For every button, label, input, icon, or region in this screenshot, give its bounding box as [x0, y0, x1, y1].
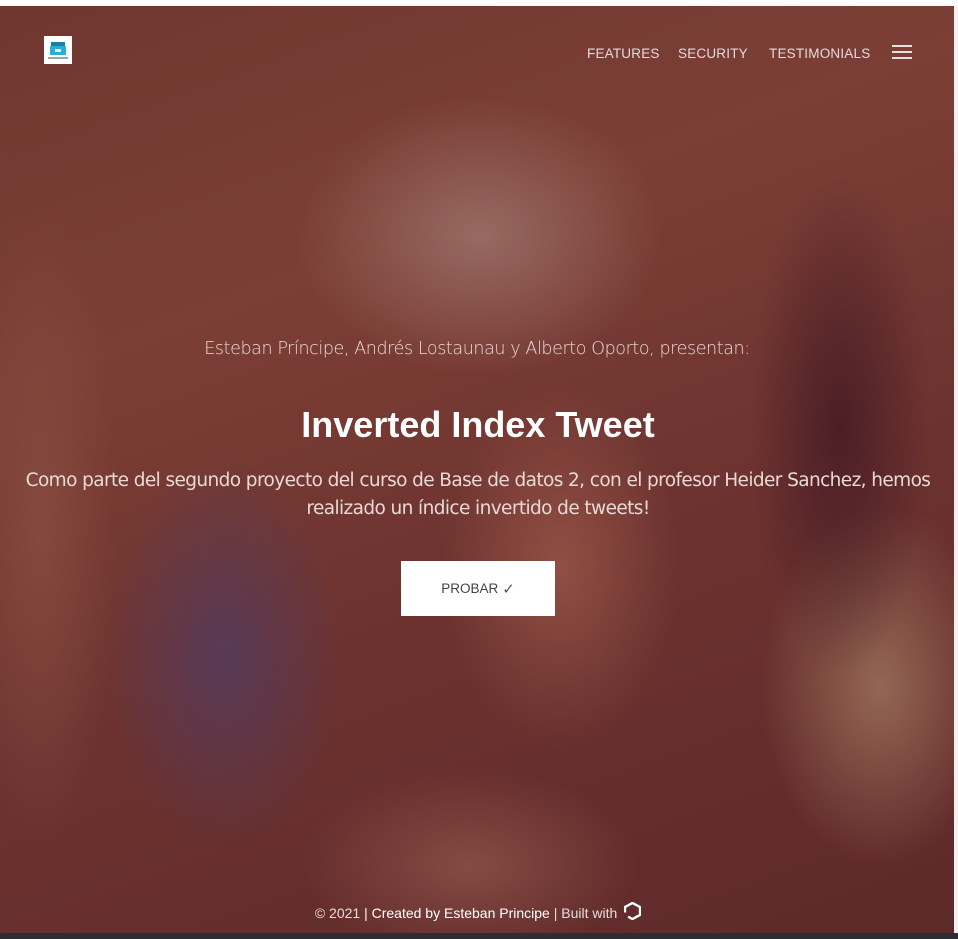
site-logo[interactable] [44, 36, 72, 64]
checkmark-icon: ✓ [502, 580, 515, 598]
nav-link-testimonials[interactable]: TESTIMONIALS [769, 46, 870, 61]
window-right-edge [954, 6, 958, 933]
window-bottom-edge [0, 933, 958, 939]
probar-button-label: PROBAR [441, 581, 499, 596]
footer: © 2021 | Created by Esteban Principe | B… [0, 901, 954, 925]
mobirise-logo-icon[interactable] [623, 901, 642, 923]
page-title: Inverted Index Tweet [301, 404, 655, 445]
nav-link-security[interactable]: SECURITY [678, 46, 748, 61]
page: FEATURES SECURITY TESTIMONIALS Esteban P… [0, 0, 958, 939]
footer-built-with: Built with [561, 905, 618, 922]
hero-section: FEATURES SECURITY TESTIMONIALS Esteban P… [0, 6, 954, 933]
probar-button[interactable]: PROBAR ✓ [401, 561, 555, 616]
footer-separator-2: | [553, 905, 558, 922]
footer-created-by: Created by Esteban Principe [371, 905, 550, 922]
nav-link-features[interactable]: FEATURES [587, 46, 660, 61]
presenters-text: Esteban Príncipe, Andrés Lostaunau y Alb… [204, 339, 750, 359]
footer-copyright: © 2021 [314, 905, 361, 922]
logo-icon [44, 36, 72, 64]
hamburger-menu-icon[interactable] [892, 44, 912, 60]
hero-description: Como parte del segundo proyecto del curs… [25, 470, 931, 519]
footer-separator: | [364, 905, 368, 922]
